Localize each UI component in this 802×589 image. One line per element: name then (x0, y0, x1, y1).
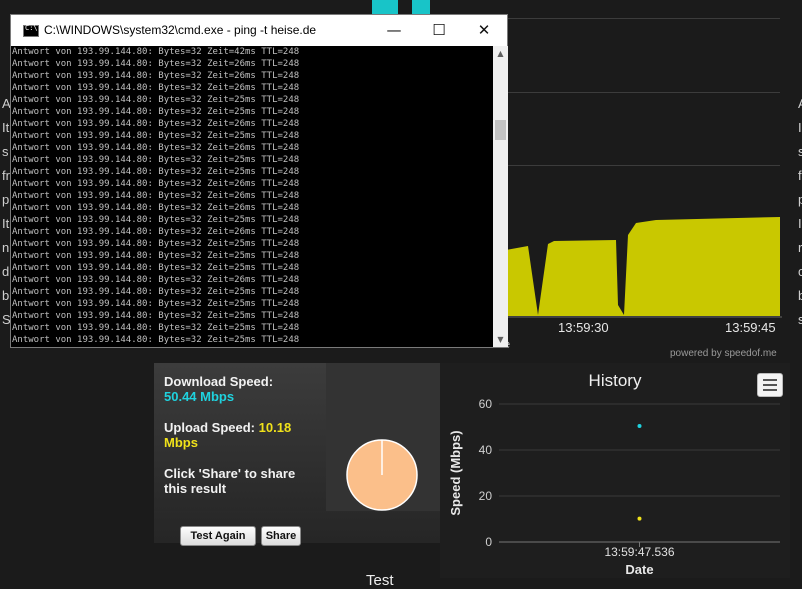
history-y-tick-label: 20 (479, 489, 493, 503)
background-divider-2 (508, 92, 780, 93)
share-hint-line-1: Click 'Share' to share (164, 466, 296, 481)
cmd-output-line: Antwort von 193.99.144.80: Bytes=32 Zeit… (12, 47, 300, 57)
cmd-output-line: Antwort von 193.99.144.80: Bytes=32 Zeit… (12, 95, 300, 105)
scroll-down-arrow-icon[interactable]: ▼ (493, 332, 508, 347)
history-upload-point (637, 516, 642, 521)
share-hint-line-2: this result (164, 481, 227, 496)
background-text-fragment: c (798, 264, 802, 279)
cmd-console[interactable]: Antwort von 193.99.144.80: Bytes=32 Zeit… (11, 46, 493, 347)
cmd-output-line: Antwort von 193.99.144.80: Bytes=32 Zeit… (12, 215, 300, 225)
upload-speed-label: Upload Speed: (164, 420, 256, 435)
history-y-tick-label: 40 (479, 443, 493, 457)
background-text-right: AIsfpIrcbs (798, 92, 802, 332)
upload-speed-value: 10.18 (258, 420, 292, 435)
cmd-scrollbar[interactable]: ▲ ▼ (493, 46, 508, 347)
background-divider-3 (508, 165, 780, 166)
history-x-axis-label: Date (625, 562, 653, 577)
share-hint: Click 'Share' to share this result (164, 466, 295, 496)
background-banner-piece-1 (372, 0, 398, 14)
cmd-window: C:\WINDOWS\system32\cmd.exe - ping -t he… (10, 14, 508, 348)
cmd-output-line: Antwort von 193.99.144.80: Bytes=32 Zeit… (12, 107, 300, 117)
cmd-output-line: Antwort von 193.99.144.80: Bytes=32 Zeit… (12, 227, 300, 237)
background-text-fragment: f (798, 168, 802, 183)
background-divider-1 (508, 18, 780, 19)
cmd-output-line: Antwort von 193.99.144.80: Bytes=32 Zeit… (12, 311, 300, 321)
share-button[interactable]: Share (261, 526, 301, 546)
background-banner-piece-2 (412, 0, 430, 14)
background-text-fragment: s (798, 312, 802, 327)
upload-speed-unit: Mbps (164, 435, 198, 450)
close-button[interactable]: ✕ (461, 15, 507, 46)
background-text-fragment: b (798, 288, 802, 303)
download-speed-value: 50.44 Mbps (164, 389, 235, 404)
cmd-output-line: Antwort von 193.99.144.80: Bytes=32 Zeit… (12, 119, 300, 129)
cmd-output-line: Antwort von 193.99.144.80: Bytes=32 Zeit… (12, 251, 300, 261)
results-info-panel: Download Speed: 50.44 Mbps Upload Speed:… (154, 363, 326, 511)
cmd-output-line: Antwort von 193.99.144.80: Bytes=32 Zeit… (12, 167, 300, 177)
cmd-output-line: Antwort von 193.99.144.80: Bytes=32 Zeit… (12, 323, 300, 333)
cmd-output-line: Antwort von 193.99.144.80: Bytes=32 Zeit… (12, 239, 300, 249)
minimize-button[interactable]: — (371, 15, 417, 46)
cmd-output-line: Antwort von 193.99.144.80: Bytes=32 Zeit… (12, 131, 300, 141)
cmd-output-line: Antwort von 193.99.144.80: Bytes=32 Zeit… (12, 83, 300, 93)
result-pie-panel (326, 363, 440, 511)
history-x-tick-label: 13:59:47.536 (604, 545, 674, 559)
speed-graph (506, 205, 782, 319)
history-y-axis-label: Speed (Mbps) (448, 430, 463, 515)
cmd-output-line: Antwort von 193.99.144.80: Bytes=32 Zeit… (12, 191, 300, 201)
cmd-output-line: Antwort von 193.99.144.80: Bytes=32 Zeit… (12, 203, 300, 213)
powered-by-link[interactable]: powered by speedof.me (670, 348, 777, 359)
result-pie-chart (346, 439, 418, 511)
cmd-output-line: Antwort von 193.99.144.80: Bytes=32 Zeit… (12, 155, 300, 165)
cmd-output-line: Antwort von 193.99.144.80: Bytes=32 Zeit… (12, 71, 300, 81)
history-y-tick-label: 60 (479, 397, 493, 411)
download-speed-block: Download Speed: 50.44 Mbps (164, 374, 273, 404)
speed-graph-tick-2: 13:59:45 (725, 320, 776, 335)
background-text-fragment: p (798, 192, 802, 207)
cmd-output-line: Antwort von 193.99.144.80: Bytes=32 Zeit… (12, 335, 300, 345)
cmd-window-title: C:\WINDOWS\system32\cmd.exe - ping -t he… (44, 23, 317, 37)
history-y-tick-label: 0 (485, 535, 492, 549)
results-widget: Download Speed: 50.44 Mbps Upload Speed:… (154, 363, 790, 578)
cmd-output-line: Antwort von 193.99.144.80: Bytes=32 Zeit… (12, 143, 300, 153)
upload-speed-block: Upload Speed: 10.18 Mbps (164, 420, 291, 450)
maximize-button[interactable]: ☐ (416, 15, 462, 46)
scrollbar-thumb[interactable] (495, 120, 506, 140)
cmd-output-line: Antwort von 193.99.144.80: Bytes=32 Zeit… (12, 287, 300, 297)
scroll-up-arrow-icon[interactable]: ▲ (493, 46, 508, 61)
history-download-point (637, 423, 642, 428)
cmd-app-icon[interactable] (23, 24, 39, 37)
test-again-button[interactable]: Test Again (180, 526, 256, 546)
cmd-output-line: Antwort von 193.99.144.80: Bytes=32 Zeit… (12, 179, 300, 189)
history-chart: 0 20 40 60 13:59:47.536 Date Speed (Mbps) (448, 397, 780, 577)
cmd-output-line: Antwort von 193.99.144.80: Bytes=32 Zeit… (12, 59, 300, 69)
cmd-output-line: Antwort von 193.99.144.80: Bytes=32 Zeit… (12, 275, 300, 285)
cmd-title-bar[interactable]: C:\WINDOWS\system32\cmd.exe - ping -t he… (11, 15, 507, 46)
history-chart-panel: History 0 20 40 60 13:59:47.536 Date Speed (Mb… (440, 363, 790, 578)
background-text-fragment: I (798, 216, 802, 231)
download-speed-label: Download Speed: (164, 374, 274, 389)
background-text-fragment: I (798, 120, 802, 135)
cmd-output: Antwort von 193.99.144.80: Bytes=32 Zeit… (11, 46, 299, 346)
test-section-label: Test (366, 572, 394, 589)
background-text-fragment: r (798, 240, 802, 255)
background-text-fragment: A (798, 92, 802, 116)
speed-graph-tick-1: 13:59:30 (558, 320, 609, 335)
cmd-output-line: Antwort von 193.99.144.80: Bytes=32 Zeit… (12, 299, 300, 309)
cmd-output-line: Antwort von 193.99.144.80: Bytes=32 Zeit… (12, 263, 300, 273)
background-text-fragment: s (798, 144, 802, 159)
